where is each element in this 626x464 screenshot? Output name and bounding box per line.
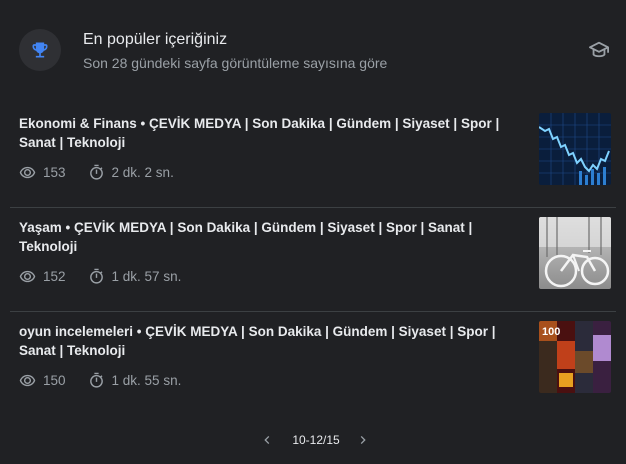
average-duration: 1 dk. 57 sn.: [111, 268, 182, 284]
chevron-left-icon[interactable]: [259, 432, 275, 448]
eye-icon: [19, 166, 36, 178]
eye-icon: [19, 270, 36, 282]
item-title[interactable]: oyun incelemeleri • ÇEVİK MEDYA | Son Da…: [19, 322, 519, 360]
pagination: 10-12/15: [0, 424, 626, 456]
list-item[interactable]: Ekonomi & Finans • ÇEVİK MEDYA | Son Dak…: [10, 104, 616, 208]
item-meta: 150 1 dk. 55 sn.: [19, 370, 181, 390]
timer-icon: [89, 164, 103, 180]
list-item[interactable]: oyun incelemeleri • ÇEVİK MEDYA | Son Da…: [10, 312, 616, 416]
chevron-right-icon[interactable]: [355, 432, 371, 448]
section-subtitle: Son 28 gündeki sayfa görüntüleme sayısın…: [83, 55, 388, 71]
timer-icon: [89, 268, 103, 284]
view-count: 152: [43, 268, 66, 284]
average-duration: 2 dk. 2 sn.: [111, 164, 174, 180]
pagination-label: 10-12/15: [292, 433, 340, 447]
popular-content-header: En popüler içeriğiniz Son 28 gündeki say…: [0, 0, 626, 100]
item-meta: 152 1 dk. 57 sn.: [19, 266, 181, 286]
item-title[interactable]: Yaşam • ÇEVİK MEDYA | Son Dakika | Günde…: [19, 218, 519, 256]
section-title: En popüler içeriğiniz: [83, 31, 228, 48]
view-count: 153: [43, 164, 66, 180]
average-duration: 1 dk. 55 sn.: [111, 372, 182, 388]
item-meta: 153 2 dk. 2 sn.: [19, 162, 174, 182]
svg-text:100: 100: [542, 326, 560, 338]
thumbnail-game-collage: 100: [539, 321, 611, 393]
list-item[interactable]: Yaşam • ÇEVİK MEDYA | Son Dakika | Günde…: [10, 208, 616, 312]
timer-icon: [89, 372, 103, 388]
graduation-cap-icon[interactable]: [588, 40, 610, 60]
item-title[interactable]: Ekonomi & Finans • ÇEVİK MEDYA | Son Dak…: [19, 114, 519, 152]
trophy-icon: [19, 29, 61, 71]
thumbnail-bicycle: [539, 217, 611, 289]
view-count: 150: [43, 372, 66, 388]
thumbnail-stock-chart: [539, 113, 611, 185]
eye-icon: [19, 374, 36, 386]
